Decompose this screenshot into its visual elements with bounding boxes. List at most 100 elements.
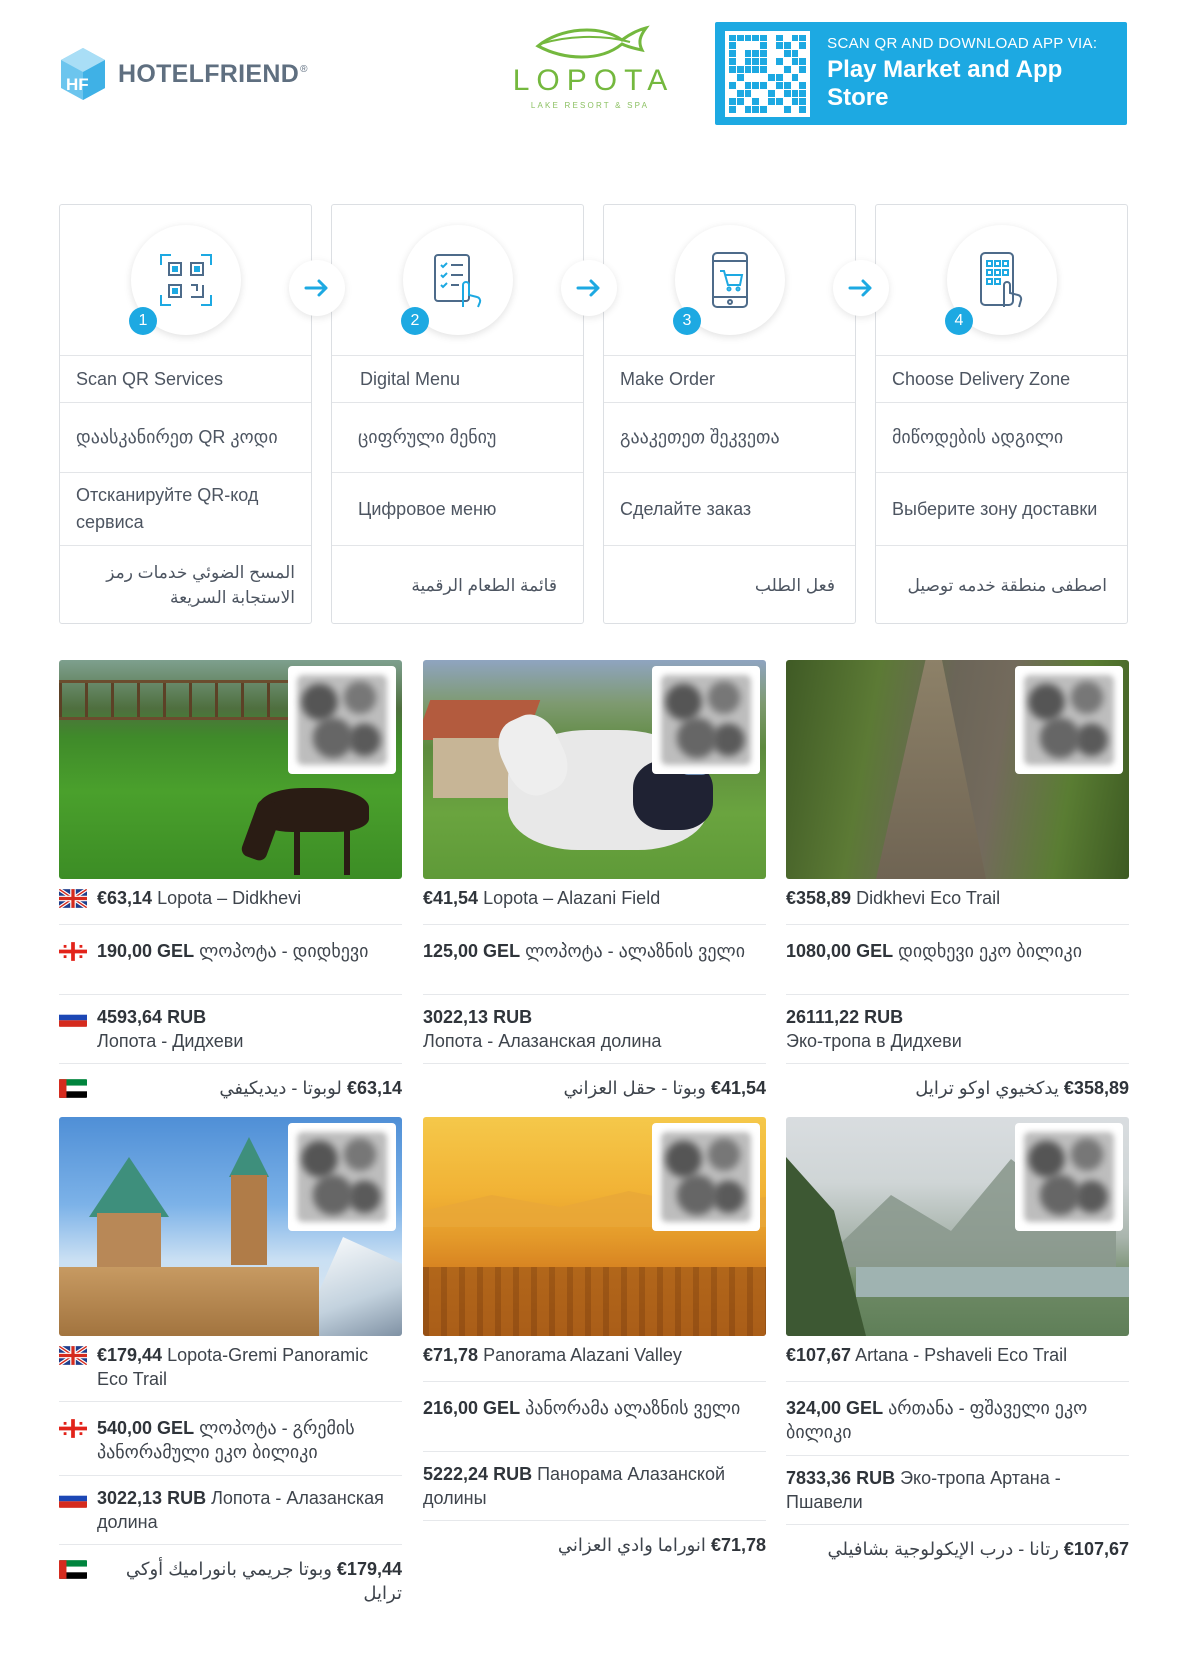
- price-row-en: €41,54 Lopota – Alazani Field: [423, 879, 766, 925]
- step-label-ar: اصطفى منطقة خدمه توصيل: [907, 575, 1107, 595]
- georgia-flag-icon: [59, 942, 87, 961]
- brand-registered-mark: ®: [300, 63, 308, 75]
- step-label-ar: المسح الضوئي خدمات رمز الاستجابة السريعة: [106, 563, 295, 607]
- uae-flag-icon: [59, 1079, 87, 1098]
- step-label-ru: Отсканируйте QR-код сервиса: [60, 473, 311, 546]
- arrow-right-icon: [833, 260, 889, 316]
- excursion-name-ka: ლოპოტა - ალაზნის ველი: [525, 941, 746, 961]
- excursion-name-ka: დიდხევი ეკო ბილიკი: [898, 941, 1083, 961]
- price-eur: €358,89: [786, 888, 852, 908]
- excursion-card[interactable]: €107,67 Artana - Pshaveli Eco Trail 324,…: [786, 1117, 1129, 1573]
- price-row-ru: 5222,24 RUB Панорама Алазанской долины: [423, 1452, 766, 1521]
- excursion-qr-code[interactable]: [1015, 666, 1123, 774]
- step-label-en: Make Order: [604, 356, 855, 403]
- step-label-ka: გააკეთეთ შეკვეთა: [604, 403, 855, 473]
- price-row-en: €179,44 Lopota-Gremi Panoramic Eco Trail: [59, 1336, 402, 1402]
- excursion-name-ar: يدكخيوي اوكو ترايل: [915, 1078, 1059, 1098]
- price-row-ka: 190,00 GEL ლოპოტა - დიდხევი: [59, 925, 402, 995]
- excursion-name-ka: ლოპოტა - დიდხევი: [199, 941, 369, 961]
- price-rub: 5222,24 RUB: [423, 1464, 533, 1484]
- brand-name: HOTELFRIEND: [118, 59, 300, 88]
- price-row-ar: €71,78 انوراما وادي العزاني: [423, 1521, 766, 1569]
- price-row-ka: 1080,00 GEL დიდხევი ეკო ბილიკი: [786, 925, 1129, 995]
- fish-icon: [535, 25, 650, 59]
- excursion-card[interactable]: €358,89 Didkhevi Eco Trail 1080,00 GEL დ…: [786, 660, 1129, 1112]
- russia-flag-icon: [59, 1489, 87, 1508]
- step-delivery-zone: 4 Choose Delivery Zone მიწოდების ადგილი …: [875, 204, 1128, 624]
- uk-flag-icon: [59, 889, 87, 908]
- excursion-name-ar: رتانا - درب الإيكولوجية بشافيلي: [827, 1539, 1059, 1559]
- excursion-qr-code[interactable]: [652, 666, 760, 774]
- price-row-ar: €63,14 لوبوتا - ديديكيفي: [59, 1064, 402, 1112]
- price-row-en: €358,89 Didkhevi Eco Trail: [786, 879, 1129, 925]
- excursion-card[interactable]: €41,54 Lopota – Alazani Field 125,00 GEL…: [423, 660, 766, 1112]
- step-label-en: Digital Menu: [332, 356, 583, 403]
- excursion-qr-code[interactable]: [288, 1123, 396, 1231]
- hf-cube-icon: HF: [61, 48, 105, 100]
- price-rub: 3022,13 RUB: [97, 1488, 207, 1508]
- price-row-ru: 3022,13 RUB Лопота - Алазанская долина: [423, 995, 766, 1064]
- price-eur: €41,54: [423, 888, 479, 908]
- excursion-card[interactable]: €71,78 Panorama Alazani Valley 216,00 GE…: [423, 1117, 766, 1569]
- price-row-ka: 540,00 GEL ლოპოტა - გრემის პანორამული ეკ…: [59, 1402, 402, 1476]
- step-label-ka: ციფრული მენიუ: [332, 403, 583, 473]
- step-label-en: Scan QR Services: [60, 356, 311, 403]
- alazani-valley-sunset-photo: [423, 1117, 766, 1336]
- price-gel: 324,00 GEL: [786, 1398, 884, 1418]
- app-qr-code[interactable]: [725, 30, 811, 117]
- excursion-qr-code[interactable]: [288, 666, 396, 774]
- price-gel: 540,00 GEL: [97, 1418, 195, 1438]
- excursion-card[interactable]: €179,44 Lopota-Gremi Panoramic Eco Trail…: [59, 1117, 402, 1615]
- excursion-name-ru: Лопота - Алазанская долина: [423, 1031, 662, 1051]
- georgia-flag-icon: [59, 1419, 87, 1438]
- step-label-ru: Цифровое меню: [332, 473, 583, 546]
- price-eur: €71,78: [423, 1345, 479, 1365]
- step-scan-qr: 1 Scan QR Services დაასკანირეთ QR კოდი О…: [59, 204, 312, 624]
- banner-stores: Play Market and App Store: [827, 56, 1063, 111]
- step-label-ka: დაასკანირეთ QR კოდი: [60, 403, 311, 473]
- step-label-ar: فعل الطلب: [754, 575, 835, 595]
- price-gel: 1080,00 GEL: [786, 941, 894, 961]
- excursion-qr-code[interactable]: [1015, 1123, 1123, 1231]
- excursion-card[interactable]: €63,14 Lopota – Didkhevi 190,00 GEL ლოპო…: [59, 660, 402, 1112]
- price-eur: €179,44: [97, 1345, 163, 1365]
- russia-flag-icon: [59, 1008, 87, 1027]
- ordering-steps: 1 Scan QR Services დაასკანირეთ QR კოდი О…: [59, 204, 1128, 624]
- hotelfriend-brand: HF HOTELFRIEND®: [58, 46, 307, 102]
- step-make-order: 3 Make Order გააკეთეთ შეკვეთა Сделайте з…: [603, 204, 856, 624]
- price-gel: 216,00 GEL: [423, 1398, 521, 1418]
- price-eur: €63,14: [97, 888, 153, 908]
- arrow-right-icon: [561, 260, 617, 316]
- forest-trail-photo: [786, 660, 1129, 879]
- step-label-ru: Сделайте заказ: [604, 473, 855, 546]
- step-number: 4: [945, 307, 973, 335]
- step-label-ar: قائمة الطعام الرقمية: [411, 575, 557, 595]
- price-row-ka: 324,00 GEL ართანა - ფშაველი ეკო ბილიკი: [786, 1382, 1129, 1456]
- resort-name: LOPOTA: [512, 64, 675, 97]
- excursion-name-en: Didkhevi Eco Trail: [856, 888, 1001, 908]
- price-eur-ar: €71,78: [710, 1535, 766, 1555]
- uk-flag-icon: [59, 1346, 87, 1365]
- uae-flag-icon: [59, 1560, 87, 1579]
- price-rub: 3022,13 RUB: [423, 1007, 533, 1027]
- price-row-en: €63,14 Lopota – Didkhevi: [59, 879, 402, 925]
- excursion-name-ar: لوبوتا - ديديكيفي: [219, 1078, 342, 1098]
- price-row-ar: €41,54 وبوتا - حقل العزاني: [423, 1064, 766, 1112]
- price-gel: 190,00 GEL: [97, 941, 195, 961]
- excursion-name-en: Lopota – Alazani Field: [483, 888, 661, 908]
- excursion-name-en: Lopota – Didkhevi: [157, 888, 302, 908]
- excursion-name-ar: انوراما وادي العزاني: [557, 1535, 706, 1555]
- price-rub: 7833,36 RUB: [786, 1468, 896, 1488]
- excursion-name-ka: პანორამა ალაზნის ველი: [525, 1398, 741, 1418]
- price-row-ru: 3022,13 RUB Лопота - Алазанская долина: [59, 1476, 402, 1545]
- artana-mountains-photo: [786, 1117, 1129, 1336]
- resort-subtitle: LAKE RESORT & SPA: [530, 101, 650, 110]
- banner-caption: SCAN QR AND DOWNLOAD APP VIA:: [827, 35, 1098, 52]
- price-rub: 4593,64 RUB: [97, 1007, 207, 1027]
- excursion-name-ru: Лопота - Дидхеви: [97, 1031, 244, 1051]
- excursion-qr-code[interactable]: [652, 1123, 760, 1231]
- app-download-banner[interactable]: SCAN QR AND DOWNLOAD APP VIA: Play Marke…: [715, 22, 1127, 125]
- phone-cart-icon: [712, 252, 748, 308]
- price-gel: 125,00 GEL: [423, 941, 521, 961]
- excursion-name-ru: Эко-тропа в Дидхеви: [786, 1031, 962, 1051]
